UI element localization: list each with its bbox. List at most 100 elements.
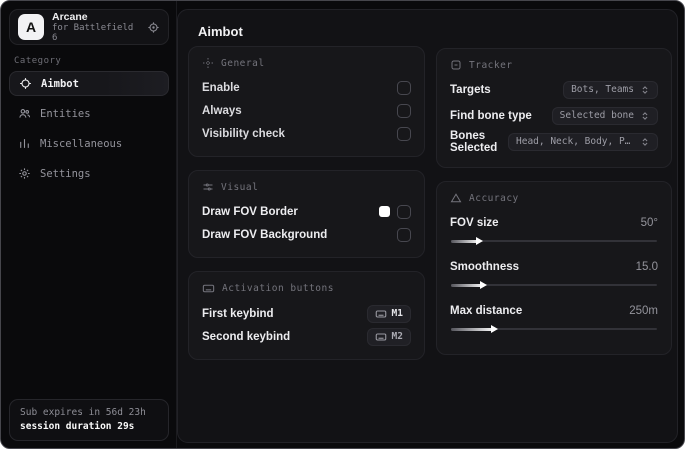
setting-row: Always bbox=[202, 99, 411, 122]
logo-card: A Arcane for Battlefield 6 bbox=[9, 9, 169, 45]
setting-label: Draw FOV Border bbox=[202, 205, 298, 218]
unfold-icon bbox=[640, 111, 650, 121]
triangle-icon bbox=[450, 192, 462, 204]
setting-label: Always bbox=[202, 104, 242, 117]
setting-label: Second keybind bbox=[202, 330, 291, 343]
minus-square-icon bbox=[450, 59, 462, 71]
setting-label: Bones Selected bbox=[450, 129, 498, 154]
category-label: Category bbox=[14, 56, 62, 66]
app-logo: A bbox=[18, 14, 44, 40]
sidebar-item-settings[interactable]: Settings bbox=[9, 161, 169, 186]
setting-label: Draw FOV Background bbox=[202, 228, 328, 241]
setting-row: First keybind M1 bbox=[202, 302, 411, 325]
fov-size-slider[interactable] bbox=[450, 236, 658, 246]
draw-fov-background-checkbox[interactable] bbox=[397, 227, 411, 242]
setting-row: Enable bbox=[202, 76, 411, 99]
find-bone-type-dropdown[interactable]: Selected bone bbox=[551, 106, 658, 125]
slider-fill bbox=[451, 325, 498, 333]
keybind-value: M2 bbox=[391, 331, 403, 342]
setting-row: FOV size 50° bbox=[450, 211, 658, 234]
slider-fill bbox=[451, 237, 484, 245]
right-column: Tracker Targets Bots, Teams Find bone ty… bbox=[436, 48, 672, 368]
setting-label: Enable bbox=[202, 81, 240, 94]
general-card: General Enable Always Visibility check bbox=[188, 46, 425, 157]
gear-icon bbox=[18, 167, 31, 180]
sidebar-item-label: Miscellaneous bbox=[40, 137, 123, 150]
sidebar-item-entities[interactable]: Entities bbox=[9, 101, 169, 126]
session-duration-text: session duration 29s bbox=[20, 421, 135, 432]
setting-label: Targets bbox=[450, 83, 491, 96]
enable-checkbox[interactable] bbox=[397, 80, 411, 95]
target-settings-icon[interactable] bbox=[147, 21, 160, 34]
dropdown-value: Selected bone bbox=[559, 110, 634, 121]
setting-row: Visibility check bbox=[202, 122, 411, 145]
targets-dropdown[interactable]: Bots, Teams bbox=[563, 80, 658, 99]
first-keybind-button[interactable]: M1 bbox=[366, 304, 411, 323]
sub-expiry-text: Sub expires in 56d 23h bbox=[20, 407, 146, 418]
accuracy-card: Accuracy FOV size 50° Smoothness 15.0 Ma… bbox=[436, 181, 672, 355]
sidebar-item-label: Entities bbox=[40, 107, 91, 120]
dropdown-value: Head, Neck, Body, Pe... bbox=[516, 136, 634, 147]
main-panel: Aimbot General Enable Always Visibility … bbox=[177, 9, 678, 443]
second-keybind-button[interactable]: M2 bbox=[366, 327, 411, 346]
setting-row: Find bone type Selected bone bbox=[450, 104, 658, 127]
keyboard-icon bbox=[202, 282, 215, 295]
setting-row: Bones Selected Head, Neck, Body, Pe... bbox=[450, 129, 658, 154]
setting-label: Find bone type bbox=[450, 109, 532, 122]
keyboard-icon bbox=[375, 308, 387, 320]
app-window: A Arcane for Battlefield 6 Category Aimb… bbox=[0, 0, 685, 449]
slider-thumb[interactable] bbox=[490, 325, 498, 333]
sidebar-item-miscellaneous[interactable]: Miscellaneous bbox=[9, 131, 169, 156]
setting-row: Draw FOV Background bbox=[202, 223, 411, 246]
app-title: Arcane bbox=[52, 10, 88, 23]
slider-thumb[interactable] bbox=[476, 237, 484, 245]
dropdown-value: Bots, Teams bbox=[571, 84, 634, 95]
activation-card: Activation buttons First keybind M1 Seco… bbox=[188, 271, 425, 360]
max-distance-slider[interactable] bbox=[450, 324, 658, 334]
sliders-icon bbox=[202, 181, 214, 193]
tracker-card: Tracker Targets Bots, Teams Find bone ty… bbox=[436, 48, 672, 168]
draw-fov-border-checkbox[interactable] bbox=[397, 204, 411, 219]
subscription-box: Sub expires in 56d 23h session duration … bbox=[9, 399, 169, 441]
max-distance-value: 250m bbox=[629, 304, 658, 317]
setting-label: Visibility check bbox=[202, 127, 285, 140]
setting-label: Max distance bbox=[450, 304, 523, 317]
columns-icon bbox=[18, 137, 31, 150]
setting-row: Targets Bots, Teams bbox=[450, 78, 658, 101]
setting-row: Draw FOV Border bbox=[202, 200, 411, 223]
slider-fill bbox=[451, 281, 488, 289]
smoothness-slider[interactable] bbox=[450, 280, 658, 290]
keyboard-icon bbox=[375, 331, 387, 343]
always-checkbox[interactable] bbox=[397, 103, 411, 118]
sidebar-item-label: Aimbot bbox=[41, 77, 79, 90]
card-title: Accuracy bbox=[469, 192, 519, 204]
setting-row: Smoothness 15.0 bbox=[450, 255, 658, 278]
app-subtitle: for Battlefield 6 bbox=[52, 22, 134, 44]
sidebar-item-label: Settings bbox=[40, 167, 91, 180]
crosshair-icon bbox=[19, 77, 32, 90]
smoothness-value: 15.0 bbox=[635, 260, 658, 273]
setting-label: FOV size bbox=[450, 216, 499, 229]
sidebar-item-aimbot[interactable]: Aimbot bbox=[9, 71, 169, 96]
setting-label: First keybind bbox=[202, 307, 274, 320]
visual-card: Visual Draw FOV Border Draw FOV Backgrou… bbox=[188, 170, 425, 258]
setting-label: Smoothness bbox=[450, 260, 520, 273]
bones-selected-dropdown[interactable]: Head, Neck, Body, Pe... bbox=[508, 132, 658, 151]
page-title: Aimbot bbox=[198, 24, 243, 39]
card-title: Tracker bbox=[469, 59, 513, 71]
fov-border-color-swatch[interactable] bbox=[379, 206, 390, 217]
fov-size-value: 50° bbox=[640, 216, 658, 229]
sidebar-nav: Aimbot Entities Miscellaneous Settings bbox=[9, 71, 169, 186]
card-title: General bbox=[221, 57, 265, 69]
users-icon bbox=[18, 107, 31, 120]
sidebar: A Arcane for Battlefield 6 Category Aimb… bbox=[1, 1, 177, 448]
setting-row: Max distance 250m bbox=[450, 299, 658, 322]
unfold-icon bbox=[640, 137, 650, 147]
card-title: Activation buttons bbox=[222, 283, 334, 294]
left-column: General Enable Always Visibility check V… bbox=[188, 46, 425, 373]
setting-row: Second keybind M2 bbox=[202, 325, 411, 348]
card-title: Visual bbox=[221, 181, 259, 193]
visibility-check-checkbox[interactable] bbox=[397, 126, 411, 141]
slider-thumb[interactable] bbox=[480, 281, 488, 289]
unfold-icon bbox=[640, 85, 650, 95]
